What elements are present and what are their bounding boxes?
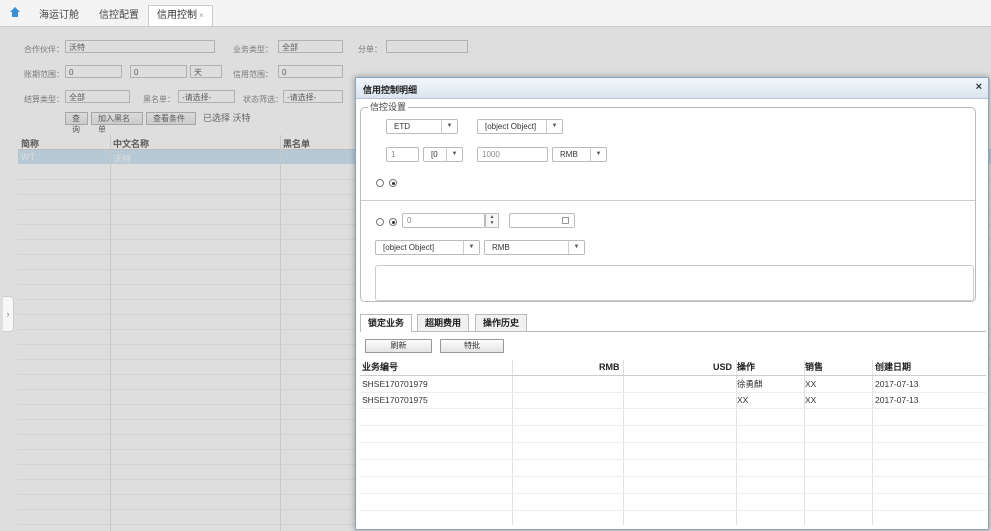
cell-business-no: SHSE170701979 xyxy=(362,379,428,389)
tab-sea-booking[interactable]: 海运订舱 xyxy=(30,5,88,26)
chevron-down-icon: ▼ xyxy=(590,148,606,161)
chevron-down-icon: ▼ xyxy=(446,148,462,161)
unit-select[interactable]: [0 ▼ xyxy=(423,147,463,162)
remarks-textarea[interactable] xyxy=(375,265,974,301)
etd-select[interactable]: ETD ▼ xyxy=(386,119,458,134)
credit-detail-modal: 信用控制明细 × 信控设置 ETD ▼ [object Object] ▼ 1 … xyxy=(355,77,989,530)
tab-locked-business[interactable]: 锁定业务 xyxy=(360,314,413,332)
chevron-right-icon: › xyxy=(6,309,10,319)
table-row xyxy=(360,460,986,477)
object-select-1[interactable]: [object Object] ▼ xyxy=(477,119,563,134)
select-value: RMB xyxy=(492,243,510,252)
currency-select-1[interactable]: RMB ▼ xyxy=(552,147,607,162)
cell-created-date: 2017-07-13 xyxy=(875,379,919,389)
chevron-down-icon: ▼ xyxy=(568,241,584,254)
refresh-button[interactable]: 刷新 xyxy=(365,339,432,353)
days-input[interactable]: 1 xyxy=(386,147,419,162)
table-row xyxy=(360,494,986,511)
tab-credit-config[interactable]: 信控配置 xyxy=(90,5,148,26)
radio-option-3[interactable] xyxy=(376,218,384,226)
tab-operation-history[interactable]: 操作历史 xyxy=(475,314,528,331)
tab-label: 信用控制 xyxy=(157,10,197,21)
cell-sales: XX xyxy=(805,395,817,405)
amount-input[interactable]: 1000 xyxy=(477,147,548,162)
sidebar-toggle[interactable]: › xyxy=(3,296,14,332)
select-value: ETD xyxy=(394,122,410,131)
number-input[interactable]: 0 xyxy=(402,213,485,228)
chevron-down-icon: ▼ xyxy=(546,120,562,133)
table-row[interactable]: SHSE170701975 XX XX 2017-07-13 xyxy=(360,392,986,409)
cell-sales: XX xyxy=(805,379,817,389)
cell-created-date: 2017-07-13 xyxy=(875,395,919,405)
col-rmb: RMB xyxy=(599,362,620,372)
cell-business-no: SHSE170701975 xyxy=(362,395,428,405)
radio-option-2[interactable] xyxy=(389,179,397,187)
calendar-icon[interactable] xyxy=(562,217,569,224)
tab-label: 海运订舱 xyxy=(39,10,79,21)
tab-overdue-fees[interactable]: 超期费用 xyxy=(417,314,470,331)
table-row xyxy=(360,426,986,443)
radio-option-4[interactable] xyxy=(389,218,397,226)
divider xyxy=(361,200,975,201)
col-created-date: 创建日期 xyxy=(875,362,912,372)
col-sales: 销售 xyxy=(805,362,824,372)
select-value: [object Object] xyxy=(485,122,537,131)
special-approve-button[interactable]: 特批 xyxy=(440,339,504,353)
modal-title: 信用控制明细 xyxy=(363,85,418,95)
home-icon-base xyxy=(12,12,18,17)
number-stepper[interactable]: ▲ ▼ xyxy=(485,213,499,228)
business-table: 业务编号 RMB USD 操作 销售 创建日期 SHSE170701979 徐勇… xyxy=(360,360,986,525)
col-usd: USD xyxy=(713,362,733,372)
radio-option-1[interactable] xyxy=(376,179,384,187)
close-icon[interactable]: × xyxy=(199,11,204,20)
tab-bar: 海运订舱 信控配置 信用控制 × xyxy=(0,0,991,27)
table-row xyxy=(360,443,986,460)
object-select-2[interactable]: [object Object] ▼ xyxy=(375,240,480,255)
close-icon[interactable]: × xyxy=(976,81,982,93)
table-row xyxy=(360,409,986,426)
fieldset-legend: 信控设置 xyxy=(368,100,409,113)
select-value: [0 xyxy=(431,150,438,159)
select-value: RMB xyxy=(560,150,578,159)
col-operation: 操作 xyxy=(737,362,756,372)
currency-select-2[interactable]: RMB ▼ xyxy=(484,240,585,255)
modal-header: 信用控制明细 × xyxy=(356,78,988,99)
select-value: [object Object] xyxy=(383,243,435,252)
cell-operation: 徐勇麒 xyxy=(737,379,763,389)
table-row xyxy=(360,477,986,494)
tab-credit-control[interactable]: 信用控制 × xyxy=(148,5,213,26)
col-business-no: 业务编号 xyxy=(362,362,399,372)
table-row[interactable]: SHSE170701979 徐勇麒 XX 2017-07-13 xyxy=(360,375,986,393)
chevron-down-icon: ▼ xyxy=(463,241,479,254)
cell-operation: XX xyxy=(737,395,749,405)
chevron-down-icon: ▼ xyxy=(441,120,457,133)
tab-label: 信控配置 xyxy=(99,10,139,21)
